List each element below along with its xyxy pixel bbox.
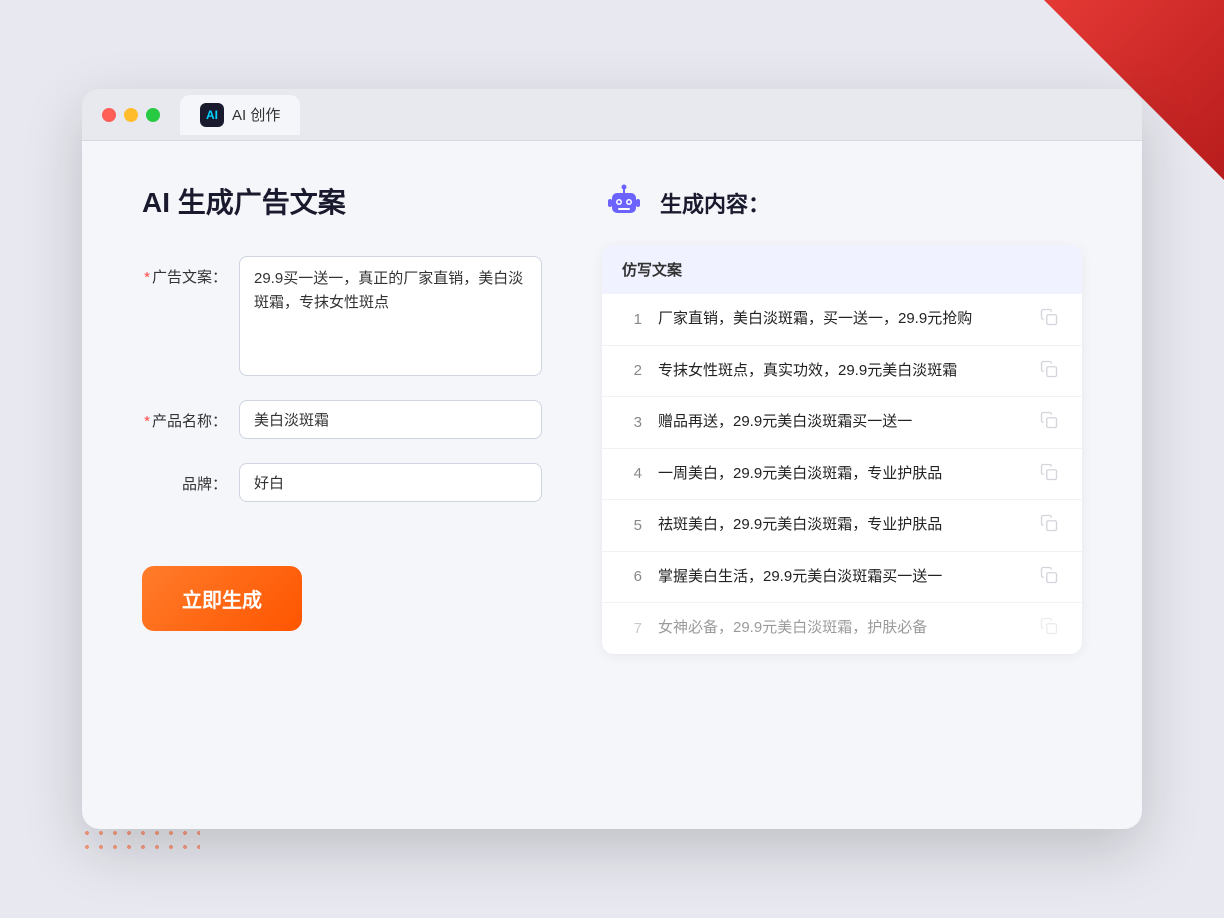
row-number: 7 [622,620,642,637]
row-text: 祛斑美白，29.9元美白淡斑霜，专业护肤品 [658,514,1024,537]
minimize-button[interactable] [124,108,138,122]
copy-icon[interactable] [1040,360,1062,382]
row-text: 一周美白，29.9元美白淡斑霜，专业护肤品 [658,463,1024,486]
table-row: 4 一周美白，29.9元美白淡斑霜，专业护肤品 [602,449,1082,501]
copy-icon[interactable] [1040,411,1062,433]
row-number: 1 [622,311,642,328]
brand-group: 品牌： [142,463,542,502]
copy-icon[interactable] [1040,566,1062,588]
brand-input[interactable] [239,463,542,502]
main-content: AI 生成广告文案 *广告文案： *产品名称： 品牌： 立 [82,141,1142,829]
row-text: 专抹女性斑点，真实功效，29.9元美白淡斑霜 [658,360,1024,383]
results-rows-container: 1 厂家直销，美白淡斑霜，买一送一，29.9元抢购 2 专抹女性斑点，真实功效，29… [602,294,1082,654]
row-number: 3 [622,414,642,431]
traffic-lights [102,108,160,122]
robot-icon [602,181,646,225]
brand-label: 品牌： [142,463,227,494]
left-panel: AI 生成广告文案 *广告文案： *产品名称： 品牌： 立 [142,181,542,789]
row-number: 6 [622,568,642,585]
table-row: 3 赠品再送，29.9元美白淡斑霜买一送一 [602,397,1082,449]
right-panel: 生成内容： 仿写文案 1 厂家直销，美白淡斑霜，买一送一，29.9元抢购 2 专抹女… [602,181,1082,789]
row-text: 女神必备，29.9元美白淡斑霜，护肤必备 [658,617,1024,640]
close-button[interactable] [102,108,116,122]
row-number: 5 [622,517,642,534]
results-table: 仿写文案 1 厂家直销，美白淡斑霜，买一送一，29.9元抢购 2 专抹女性斑点，真实… [602,245,1082,654]
table-row: 5 祛斑美白，29.9元美白淡斑霜，专业护肤品 [602,500,1082,552]
row-number: 2 [622,362,642,379]
copy-icon[interactable] [1040,514,1062,536]
maximize-button[interactable] [146,108,160,122]
tab-icon-label: AI [206,108,218,122]
browser-window: AI AI 创作 AI 生成广告文案 *广告文案： *产品名称： [82,89,1142,829]
table-row: 6 掌握美白生活，29.9元美白淡斑霜买一送一 [602,552,1082,604]
tab-icon: AI [200,103,224,127]
copy-icon[interactable] [1040,617,1062,639]
copy-icon[interactable] [1040,308,1062,330]
row-text: 掌握美白生活，29.9元美白淡斑霜买一送一 [658,566,1024,589]
generate-button[interactable]: 立即生成 [142,566,302,631]
table-row: 1 厂家直销，美白淡斑霜，买一送一，29.9元抢购 [602,294,1082,346]
product-name-input[interactable] [239,400,542,439]
table-row: 2 专抹女性斑点，真实功效，29.9元美白淡斑霜 [602,346,1082,398]
product-name-label: *产品名称： [142,400,227,431]
copy-icon[interactable] [1040,463,1062,485]
title-bar: AI AI 创作 [82,89,1142,141]
page-title: AI 生成广告文案 [142,181,542,221]
tab-label: AI 创作 [232,104,280,125]
table-row: 7 女神必备，29.9元美白淡斑霜，护肤必备 [602,603,1082,654]
ad-copy-group: *广告文案： [142,256,542,376]
ad-copy-input[interactable] [239,256,542,376]
row-text: 厂家直销，美白淡斑霜，买一送一，29.9元抢购 [658,308,1024,331]
required-mark-1: * [144,269,150,286]
right-panel-title: 生成内容： [660,187,770,219]
right-header: 生成内容： [602,181,1082,225]
required-mark-2: * [144,413,150,430]
table-header: 仿写文案 [602,245,1082,294]
product-name-group: *产品名称： [142,400,542,439]
row-text: 赠品再送，29.9元美白淡斑霜买一送一 [658,411,1024,434]
ad-copy-label: *广告文案： [142,256,227,287]
row-number: 4 [622,465,642,482]
ai-creation-tab[interactable]: AI AI 创作 [180,95,300,135]
